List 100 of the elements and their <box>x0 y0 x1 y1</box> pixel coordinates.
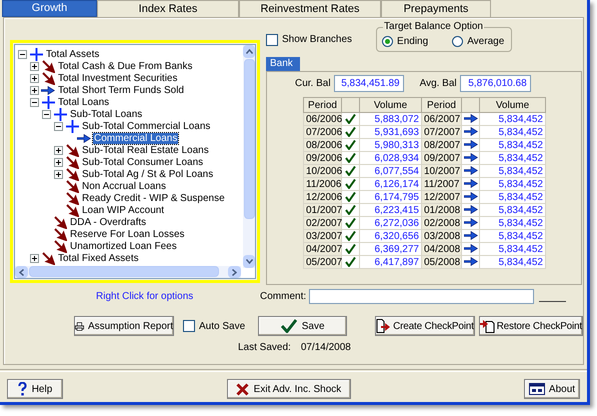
table-cell: 05/2008 <box>422 256 462 268</box>
right-arrow-icon <box>464 114 478 124</box>
table-cell: 5,834,452 <box>480 230 546 242</box>
check-icon <box>345 192 356 202</box>
bank-tab[interactable]: Bank <box>266 57 300 71</box>
down-arrow-icon <box>42 60 54 72</box>
tree-item[interactable]: Non Accrual Loans <box>81 180 167 192</box>
column-header: Period <box>304 98 342 112</box>
tree-item[interactable]: Total Loans <box>57 96 110 108</box>
down-arrow-icon <box>66 156 78 168</box>
hint-text: Right Click for options <box>96 290 194 302</box>
checkbox[interactable] <box>183 320 195 332</box>
checkbox[interactable] <box>266 34 278 46</box>
table-cell: 6,272,036 <box>360 216 422 230</box>
table-cell: 5,834,452 <box>480 126 546 138</box>
table-cell: 6,369,277 <box>360 242 422 256</box>
radio-button[interactable] <box>452 36 464 46</box>
table-cell: 5,834,452 <box>480 112 546 126</box>
table-cell: 09/2006 <box>304 152 342 164</box>
expand-toggle[interactable] <box>54 158 63 166</box>
right-arrow-icon <box>464 153 478 162</box>
down-arrow-icon <box>66 192 78 204</box>
expand-toggle[interactable] <box>54 170 63 178</box>
tree-item[interactable]: DDA - Overdrafts <box>69 216 148 228</box>
vertical-scrollbar[interactable] <box>243 45 255 268</box>
avg-bal-label: Avg. Bal <box>420 77 457 91</box>
radio-label: Ending <box>397 34 428 48</box>
tree-item[interactable]: Commercial Loans <box>93 132 178 144</box>
tree-item[interactable]: Sub-Total Commercial Loans <box>81 120 212 132</box>
radio-label: Average <box>467 34 504 48</box>
tab[interactable]: Reinvestment Rates <box>239 0 381 17</box>
tree-item[interactable]: Sub-Total Ag / St & Pol Loans <box>81 168 214 180</box>
window-icon <box>528 383 545 395</box>
restore-checkpoint-button[interactable]: Restore CheckPoint <box>478 316 583 336</box>
about-button[interactable]: About <box>524 379 580 399</box>
tree-item[interactable]: Total Assets <box>45 48 100 60</box>
create-checkpoint-button[interactable]: Create CheckPoint <box>375 316 475 336</box>
avg-bal-field[interactable]: 5,876,010.68 <box>460 75 531 92</box>
down-arrow-icon <box>54 216 66 228</box>
right-arrow-icon <box>77 134 91 142</box>
tree-item[interactable]: Ready Credit - WIP & Suspense <box>81 192 226 204</box>
save-button[interactable]: Save <box>258 316 348 336</box>
close-icon <box>236 382 249 396</box>
tree-item[interactable]: Total Cash & Due From Banks <box>57 60 194 72</box>
tree-item[interactable]: Sub-Total Loans <box>69 108 144 120</box>
tree-item[interactable]: Sub-Total Real Estate Loans <box>81 144 210 156</box>
table-cell: 06/2007 <box>422 112 462 126</box>
cur-bal-field[interactable]: 5,834,451.89 <box>334 75 404 92</box>
comment-field[interactable] <box>309 288 534 304</box>
collapse-toggle[interactable] <box>18 50 27 58</box>
table-cell: 11/2006 <box>304 178 342 190</box>
expand-toggle[interactable] <box>30 62 39 70</box>
checkbox-label: Auto Save <box>199 320 246 334</box>
table-cell: 12/2006 <box>304 190 342 204</box>
table-cell: 10/2007 <box>422 164 462 178</box>
exit-button[interactable]: Exit Adv. Inc. Shock <box>226 379 350 399</box>
tree-item[interactable]: Reserve For Loan Losses <box>69 228 186 240</box>
expand-toggle[interactable] <box>30 86 39 94</box>
down-arrow-icon <box>42 72 54 84</box>
check-icon <box>345 126 356 137</box>
column-header: Volume <box>480 98 546 112</box>
help-button[interactable]: Help <box>7 379 63 399</box>
table-cell: 12/2007 <box>422 190 462 204</box>
assumption-report-button[interactable]: Assumption Report <box>74 316 174 336</box>
expand-toggle[interactable] <box>54 146 63 154</box>
tree-item[interactable]: Total Fixed Assets <box>57 252 140 264</box>
tree-item[interactable]: Total Short Term Funds Sold <box>57 84 185 96</box>
tab[interactable]: Prepayments <box>381 0 491 17</box>
tab[interactable]: Index Rates <box>97 0 239 17</box>
tree-item[interactable]: Total Investment Securities <box>57 72 178 84</box>
expand-toggle[interactable] <box>30 74 39 82</box>
tree-item[interactable]: Loan WIP Account <box>81 204 166 216</box>
right-arrow-icon <box>464 127 478 136</box>
tab[interactable]: Growth <box>2 0 97 17</box>
table-cell: 03/2008 <box>422 230 462 242</box>
table-cell: 5,834,452 <box>480 216 546 230</box>
group-title: Target Balance Option <box>383 21 484 33</box>
collapse-toggle[interactable] <box>54 122 63 130</box>
right-arrow-icon <box>464 192 478 202</box>
right-arrow-icon <box>464 140 478 150</box>
horizontal-scrollbar[interactable] <box>15 266 241 278</box>
right-arrow-icon <box>464 244 478 254</box>
right-arrow-icon <box>464 205 478 214</box>
collapse-toggle[interactable] <box>30 98 39 106</box>
cur-bal-label: Cur. Bal <box>295 77 331 91</box>
table-cell: 5,834,452 <box>480 190 546 204</box>
table-cell: 04/2008 <box>422 242 462 256</box>
tree-item[interactable]: Sub-Total Consumer Loans <box>81 156 204 168</box>
radio-button[interactable] <box>382 36 394 46</box>
check-icon <box>345 230 356 241</box>
tree-item[interactable]: Unamortized Loan Fees <box>69 240 178 252</box>
table-cell: 6,028,934 <box>360 152 422 164</box>
document-arrow-icon <box>376 319 392 333</box>
expand-toggle[interactable] <box>30 254 39 262</box>
right-arrow-icon <box>464 218 478 228</box>
check-icon <box>345 204 356 215</box>
table-cell: 02/2008 <box>422 216 462 230</box>
down-arrow-icon <box>66 180 78 192</box>
collapse-toggle[interactable] <box>42 110 51 118</box>
down-arrow-icon <box>54 240 66 252</box>
